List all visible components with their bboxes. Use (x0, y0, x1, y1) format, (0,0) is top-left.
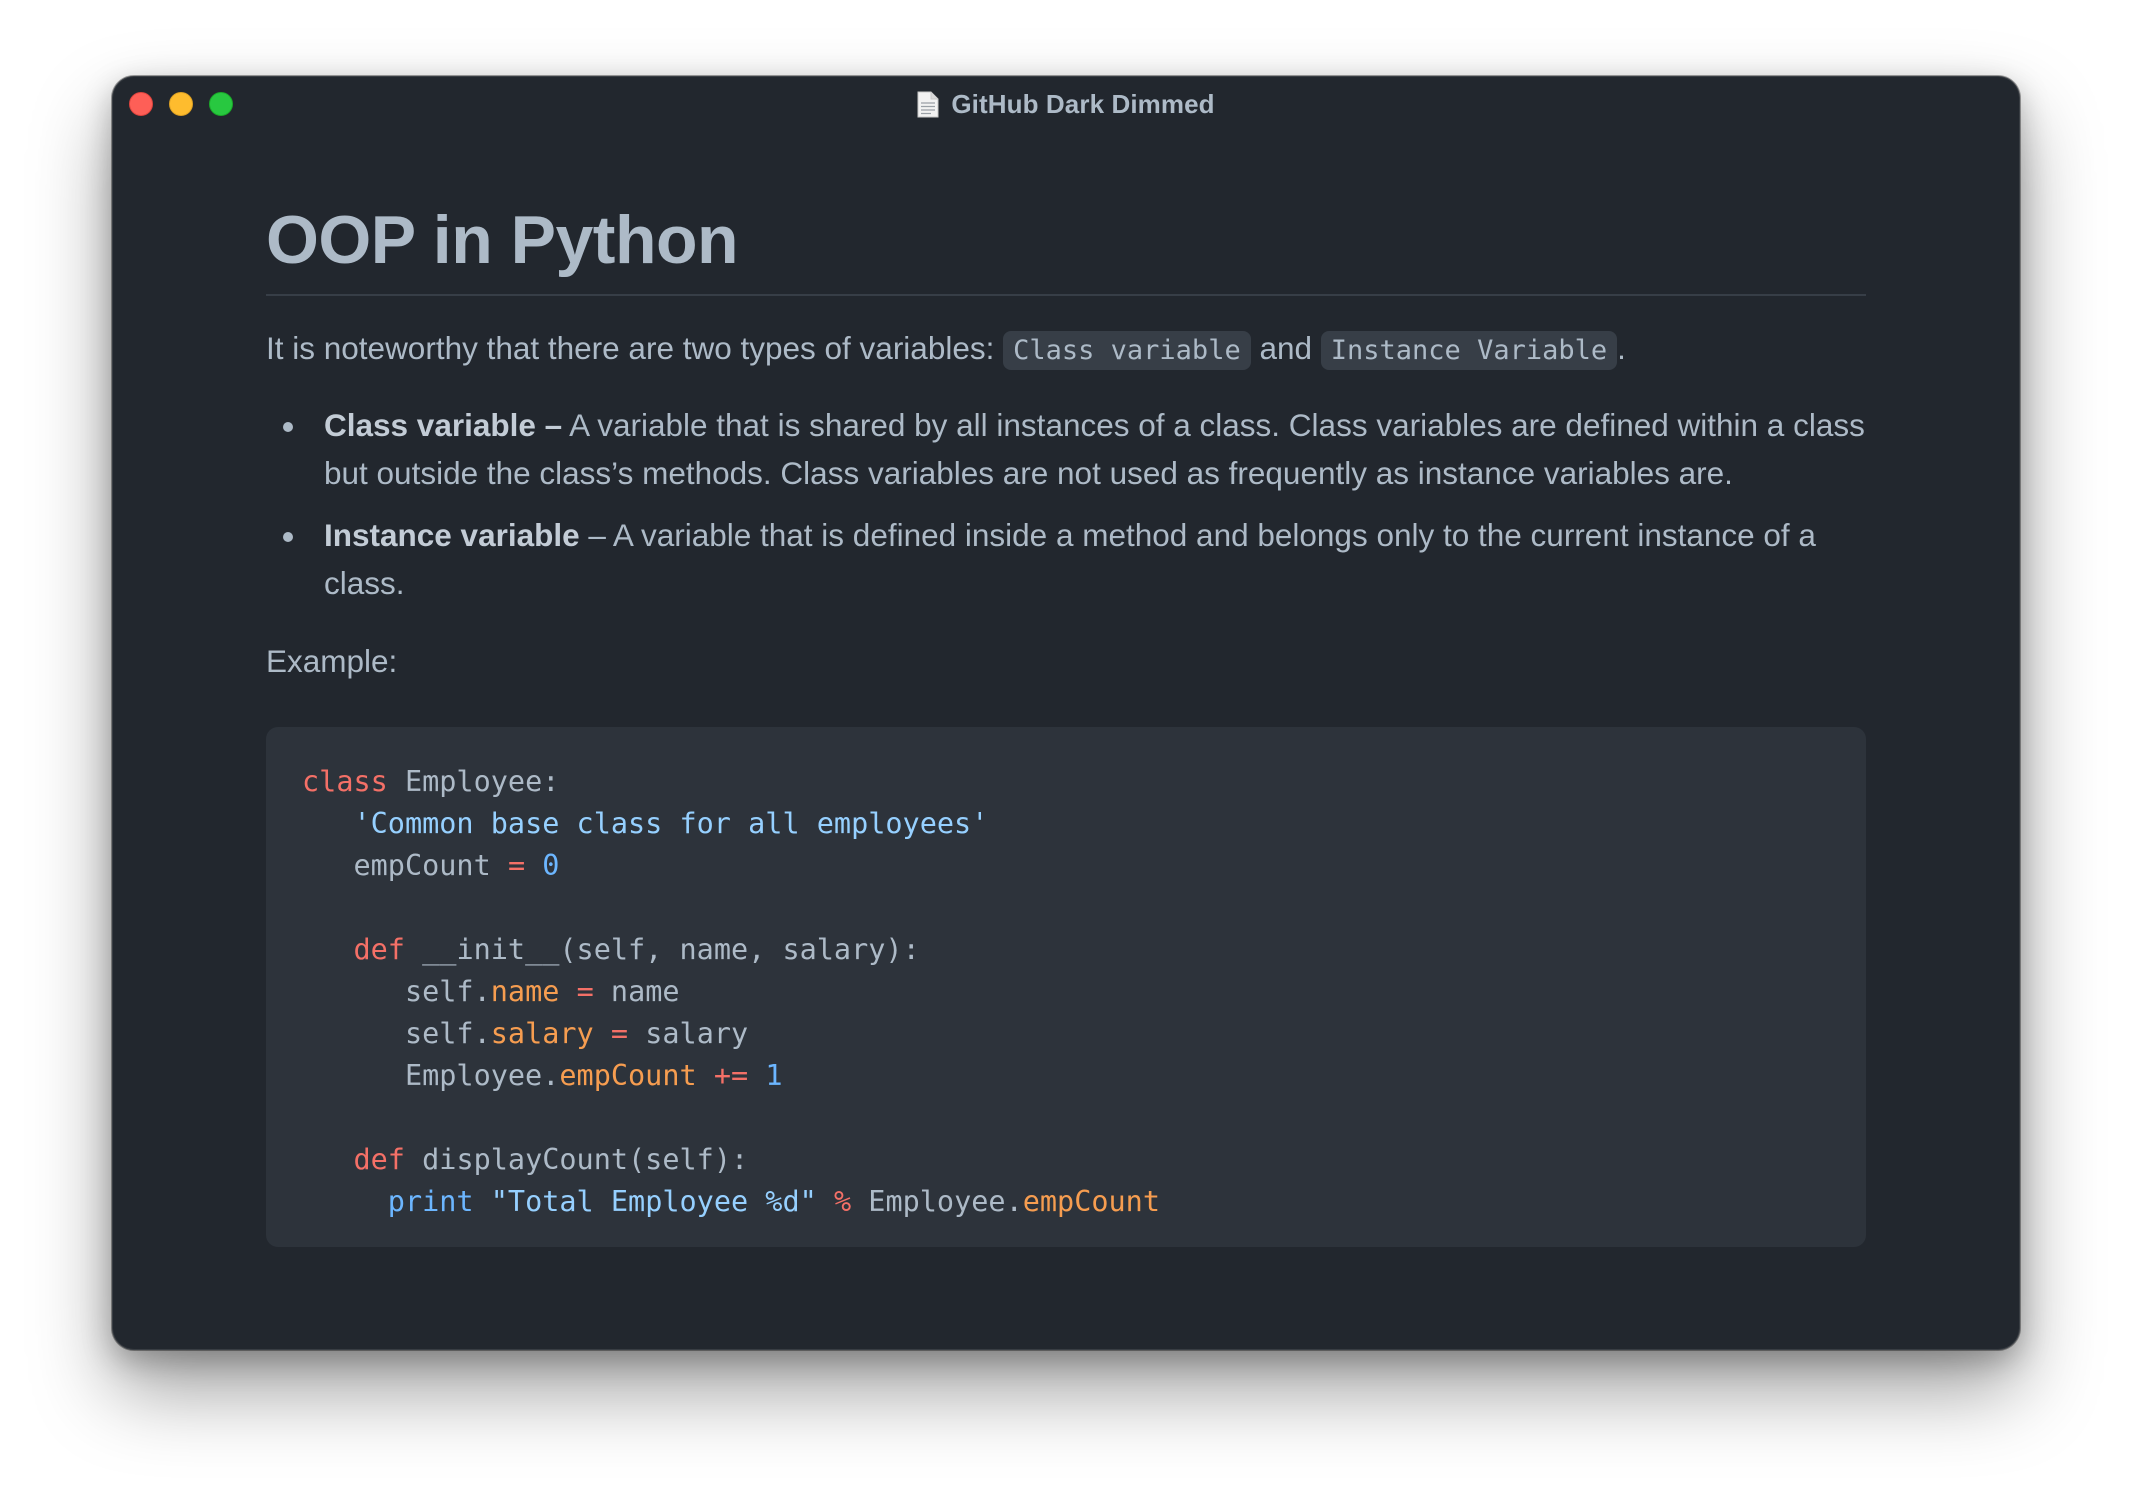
bullet-icon (283, 532, 293, 543)
intro-text-before: It is noteworthy that there are two type… (266, 330, 1004, 367)
code-block[interactable]: class Employee: 'Common base class for a… (266, 727, 1866, 1248)
document-content: OOP in Python It is noteworthy that ther… (266, 196, 1866, 1248)
code-keyword: def (353, 1143, 405, 1177)
bullet-icon (283, 422, 293, 433)
code-number: 0 (542, 849, 560, 883)
code-line: 'Common base class for all employees' (302, 803, 1830, 845)
code-attribute: salary (490, 1017, 594, 1051)
term-instance-variable: Instance variable (324, 517, 580, 554)
document-icon (917, 91, 939, 117)
code-operator: % (833, 1185, 852, 1219)
code-string: 'Common base class for all employees' (353, 807, 989, 841)
code-keyword: class (302, 765, 388, 799)
app-window: GitHub Dark Dimmed OOP in Python It is n… (112, 76, 2020, 1350)
code-text: Employee. (404, 1059, 560, 1093)
code-line: def displayCount(self): (302, 1139, 1830, 1181)
code-text: self. (404, 1017, 491, 1051)
example-label: Example: (266, 643, 398, 680)
code-line: self.salary = salary (302, 1013, 1830, 1055)
code-text: __init__(self, name, salary): (404, 933, 920, 967)
code-text: displayCount(self): (404, 1143, 749, 1177)
code-operator: = (576, 975, 594, 1009)
window-title-group: GitHub Dark Dimmed (112, 86, 2020, 122)
code-string: "Total Employee %d" (490, 1185, 817, 1219)
inline-code-class-variable: Class variable (1003, 331, 1251, 371)
code-line: print "Total Employee %d" % Employee.emp… (302, 1181, 1830, 1223)
intro-paragraph: It is noteworthy that there are two type… (266, 324, 1866, 375)
code-line: Employee.empCount += 1 (302, 1055, 1830, 1097)
code-text: empCount (353, 849, 491, 883)
list-item-instance-variable: Instance variable – A variable that is d… (283, 511, 1866, 607)
code-attribute: empCount (1022, 1185, 1161, 1219)
inline-code-instance-variable: Instance Variable (1320, 331, 1618, 371)
term-class-variable: Class variable – (324, 407, 563, 444)
code-text: Employee. (868, 1185, 1023, 1219)
intro-text-after: . (1617, 330, 1626, 367)
code-text: self. (404, 975, 491, 1009)
code-operator: = (610, 1017, 629, 1051)
code-text: salary (645, 1017, 749, 1051)
page-title: OOP in Python (266, 196, 1866, 297)
variable-types-list: Class variable – A variable that is shar… (266, 401, 1866, 607)
code-keyword: def (353, 933, 405, 967)
title-bar[interactable]: GitHub Dark Dimmed (112, 76, 2020, 132)
code-builtin: print (387, 1185, 474, 1219)
window-title: GitHub Dark Dimmed (951, 88, 1215, 119)
code-attribute: empCount (559, 1059, 697, 1093)
code-number: 1 (765, 1059, 783, 1093)
code-operator: += (713, 1059, 749, 1093)
code-text: name (610, 975, 680, 1009)
code-line: def __init__(self, name, salary): (302, 929, 1830, 971)
intro-text-middle: and (1250, 330, 1321, 367)
code-line: empCount = 0 (302, 845, 1830, 887)
code-line: self.name = name (302, 971, 1830, 1013)
list-item-class-variable: Class variable – A variable that is shar… (283, 401, 1866, 497)
code-attribute: name (490, 975, 560, 1009)
code-operator: = (507, 849, 526, 883)
code-text: Employee: (387, 765, 560, 799)
code-line: class Employee: (302, 761, 1830, 803)
